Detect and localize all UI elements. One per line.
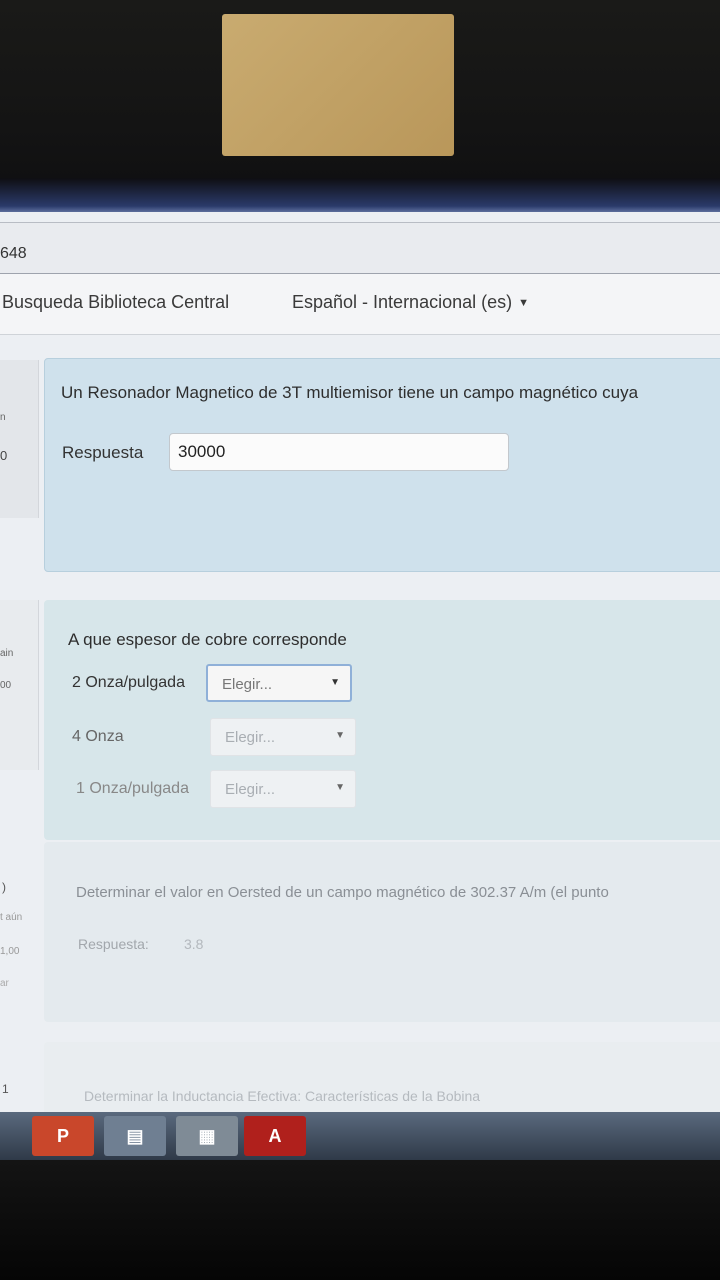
question-info-text: 00 [0,680,12,691]
spreadsheet-icon[interactable]: ▦ [176,1116,238,1156]
dropdown-arrow-icon: ▼ [335,730,345,741]
address-bar[interactable]: 648 [0,222,720,275]
question-info-box: ain 00 [0,600,39,770]
sticky-note [222,14,454,156]
answer-label: Respuesta: [78,936,149,952]
question-info-text: 1,00 [0,946,20,957]
question-info-text: t aún [0,912,23,923]
question-info-text: ain [0,648,14,659]
powerpoint-glyph: P [56,1125,69,1146]
spreadsheet-glyph: ▦ [198,1125,216,1146]
document-glyph: ▤ [126,1125,144,1146]
library-search-link[interactable]: Busqueda Biblioteca Central [2,292,229,313]
question-card: Determinar la Inductancia Efectiva: Cara… [44,1042,720,1117]
question-card: Determinar el valor en Oersted de un cam… [44,842,720,1022]
question-info-text: n [0,412,6,423]
question-number: ) [2,880,6,894]
pdf-icon[interactable]: A [244,1116,306,1156]
taskbar: P ▤ ▦ A [0,1112,720,1160]
powerpoint-icon[interactable]: P [32,1116,94,1156]
match-label: 4 Onza [72,728,124,745]
choice-select[interactable]: Elegir... ▼ [210,718,356,756]
browser-screen: 648 Busqueda Biblioteca Central Español … [0,212,720,1117]
language-label: Español - Internacional (es) [292,292,513,312]
question-text: Determinar la Inductancia Efectiva: Cara… [84,1088,481,1104]
select-value: Elegir... [222,676,273,693]
answer-value[interactable]: 3.8 [184,936,203,952]
pdf-glyph: A [268,1125,282,1146]
select-value: Elegir... [225,729,276,746]
question-number: 1 [2,1082,9,1096]
caret-down-icon: ▼ [518,297,530,309]
choice-select[interactable]: Elegir... ▼ [206,664,352,702]
answer-input[interactable] [169,433,509,471]
choice-select[interactable]: Elegir... ▼ [210,770,356,808]
photo-bottom-bezel [0,1160,720,1280]
question-text: Determinar el valor en Oersted de un cam… [76,884,609,901]
question-info-text: ar [0,978,9,989]
question-info-box: n 0 [0,360,39,518]
address-text: 648 [0,245,27,262]
dropdown-arrow-icon: ▼ [330,677,340,688]
question-text: Un Resonador Magnetico de 3T multiemisor… [61,383,639,402]
site-navbar: Busqueda Biblioteca Central Español - In… [0,274,720,335]
match-label: 1 Onza/pulgada [76,780,189,797]
dropdown-arrow-icon: ▼ [335,782,345,793]
question-text: A que espesor de cobre corresponde [68,630,347,649]
question-card: Un Resonador Magnetico de 3T multiemisor… [44,358,720,572]
match-label: 2 Onza/pulgada [72,674,185,691]
language-selector[interactable]: Español - Internacional (es) ▼ [292,292,529,313]
answer-label: Respuesta [62,443,144,462]
document-icon[interactable]: ▤ [104,1116,166,1156]
select-value: Elegir... [225,781,276,798]
question-card: A que espesor de cobre corresponde 2 Onz… [44,600,720,840]
question-info-text: 0 [0,448,8,463]
